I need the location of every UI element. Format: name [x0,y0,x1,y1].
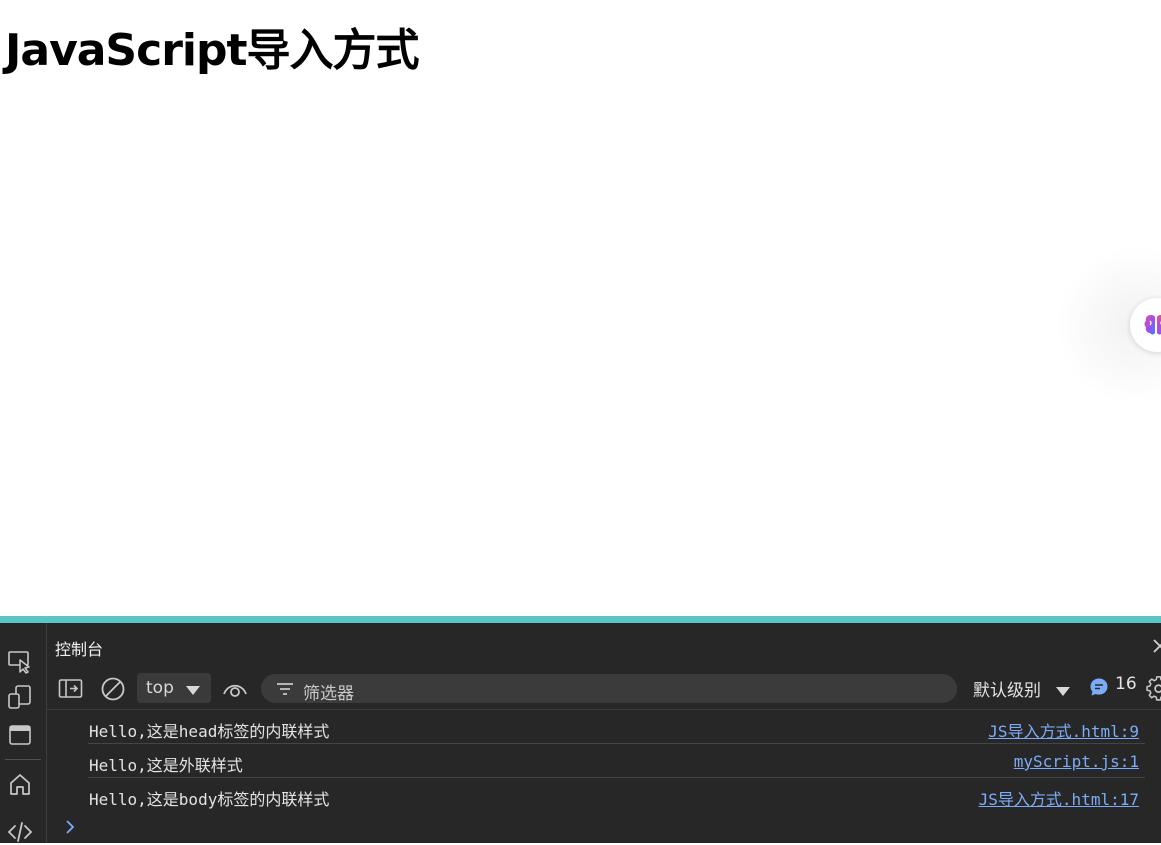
context-selector[interactable]: top [137,673,211,703]
settings-gear-icon[interactable] [1146,676,1161,702]
devtools-activity-bar [0,623,47,843]
console-message-row: Hello,这是body标签的内联样式 JS导入方式.html:17 [88,778,1145,811]
caret-down-icon [186,686,200,695]
message-bubble-icon[interactable] [1089,677,1109,697]
filter-placeholder: 筛选器 [303,684,354,704]
filter-icon [277,683,293,695]
inspect-element-icon[interactable] [7,648,33,674]
log-level-selector[interactable]: 默认级别 [973,676,1041,701]
filter-input[interactable]: 筛选器 [261,674,957,704]
web-page: JavaScript导入方式 [0,0,1161,616]
console-message-text: Hello,这是外联样式 [89,756,243,775]
toggle-sidebar-icon[interactable] [58,678,84,700]
console-message-row: Hello,这是head标签的内联样式 JS导入方式.html:9 [88,710,1145,744]
browser-window-icon[interactable] [7,722,33,748]
console-prompt-chevron-icon[interactable] [64,819,76,835]
console-source-link[interactable]: JS导入方式.html:17 [979,786,1139,810]
device-emulation-icon[interactable] [7,684,33,710]
home-icon[interactable] [7,771,33,797]
console-messages: Hello,这是head标签的内联样式 JS导入方式.html:9 Hello,… [46,710,1161,811]
elements-code-icon[interactable] [7,819,33,845]
close-icon[interactable] [1152,637,1161,655]
console-panel-title: 控制台 [55,640,104,659]
console-source-link[interactable]: JS导入方式.html:9 [988,718,1139,742]
activity-bar-divider [5,759,41,760]
console-message-text: Hello,这是head标签的内联样式 [89,722,330,741]
live-expression-eye-icon[interactable] [222,677,248,701]
console-message-row: Hello,这是外联样式 myScript.js:1 [88,744,1145,778]
console-message-text: Hello,这是body标签的内联样式 [89,790,330,809]
context-selector-value: top [146,678,174,698]
devtools-panel: 控制台 top 筛选器 默认级别 16 Hello,这是head标签的内联样式 … [0,623,1161,843]
clear-console-icon[interactable] [100,676,126,702]
devtools-resize-handle[interactable] [0,616,1161,623]
brain-icon [1144,315,1161,335]
message-count: 16 [1115,674,1137,694]
page-title: JavaScript导入方式 [5,25,420,76]
console-source-link[interactable]: myScript.js:1 [1014,752,1139,771]
console-toolbar: top 筛选器 默认级别 16 [46,671,1161,708]
caret-down-icon [1056,687,1070,696]
